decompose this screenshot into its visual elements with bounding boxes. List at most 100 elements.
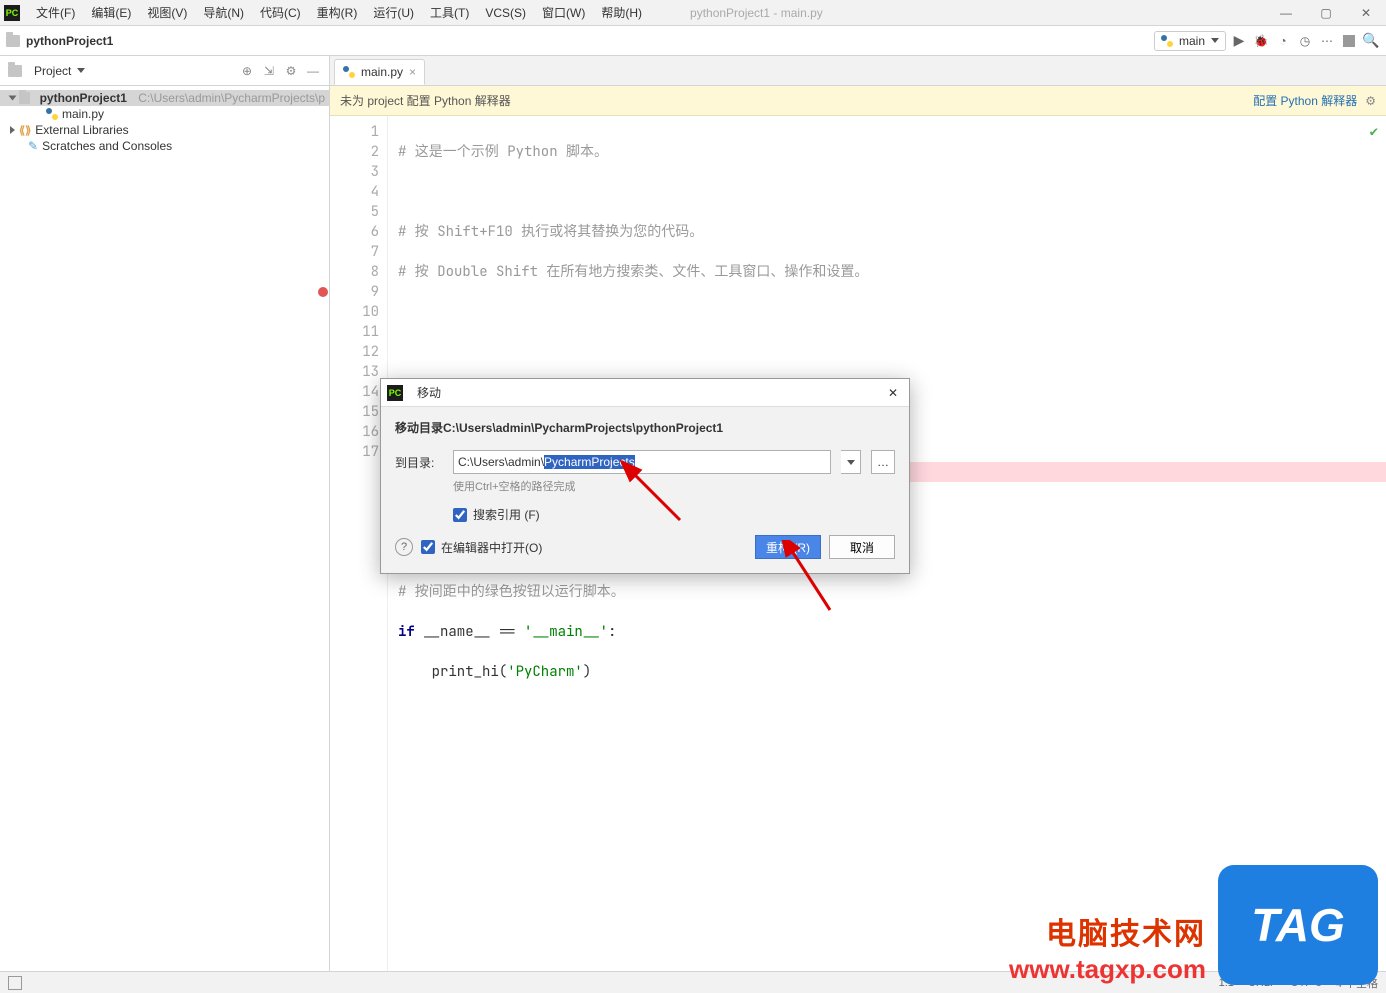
search-references-checkbox[interactable]: 搜索引用 (F): [453, 506, 895, 523]
folder-icon: [6, 35, 20, 47]
editor-tab-main[interactable]: main.py ×: [334, 59, 425, 85]
tree-root[interactable]: pythonProject1 C:\Users\admin\PycharmPro…: [0, 90, 329, 106]
menu-navigate[interactable]: 导航(N): [195, 0, 252, 25]
tree-root-path: C:\Users\admin\PycharmProjects\p: [138, 91, 325, 105]
tool-windows-icon[interactable]: [8, 976, 22, 990]
line-number[interactable]: 8: [330, 262, 379, 282]
banner-text: 未为 project 配置 Python 解释器: [340, 92, 511, 109]
menu-file[interactable]: 文件(F): [28, 0, 83, 25]
tree-file-label: main.py: [62, 107, 104, 121]
library-icon: ⟪⟫: [19, 124, 31, 137]
editor-tabs: main.py ×: [330, 56, 1386, 86]
line-number[interactable]: 13: [330, 362, 379, 382]
open-in-editor-checkbox[interactable]: 在编辑器中打开(O): [421, 539, 542, 556]
tree-scratches[interactable]: ✎ Scratches and Consoles: [0, 138, 329, 154]
code-comment: # 这是一个示例 Python 脚本。: [398, 143, 608, 161]
line-number[interactable]: 10: [330, 302, 379, 322]
menu-bar: PC 文件(F) 编辑(E) 视图(V) 导航(N) 代码(C) 重构(R) 运…: [0, 0, 1386, 26]
run-config-selector[interactable]: main: [1154, 31, 1226, 51]
menu-edit[interactable]: 编辑(E): [83, 0, 139, 25]
line-number[interactable]: 3: [330, 162, 379, 182]
dialog-close-icon[interactable]: ✕: [883, 383, 903, 403]
menu-help[interactable]: 帮助(H): [593, 0, 650, 25]
caret-icon[interactable]: [10, 126, 15, 134]
folder-icon: [8, 65, 22, 77]
run-anything-button[interactable]: ⋯: [1318, 32, 1336, 50]
code-comment: # 按 Double Shift 在所有地方搜索类、文件、工具窗口、操作和设置。: [398, 263, 868, 281]
path-completion-hint: 使用Ctrl+空格的路径完成: [453, 478, 895, 494]
python-file-icon: [46, 108, 58, 120]
to-directory-label: 到目录:: [395, 454, 443, 471]
dialog-heading: 移动目录C:\Users\admin\PycharmProjects\pytho…: [395, 419, 895, 436]
line-number[interactable]: 7: [330, 242, 379, 262]
window-minimize[interactable]: —: [1266, 0, 1306, 26]
caret-icon[interactable]: [9, 96, 17, 101]
line-number[interactable]: 4: [330, 182, 379, 202]
menu-refactor[interactable]: 重构(R): [309, 0, 366, 25]
checkbox-label: 搜索引用 (F): [473, 506, 540, 523]
run-button[interactable]: ▶: [1230, 32, 1248, 50]
dialog-title: 移动: [417, 384, 877, 401]
menu-view[interactable]: 视图(V): [139, 0, 195, 25]
hide-icon[interactable]: —: [305, 63, 321, 79]
dialog-titlebar[interactable]: PC 移动 ✕: [381, 379, 909, 407]
line-number[interactable]: 17: [330, 442, 379, 462]
interpreter-warning-banner: 未为 project 配置 Python 解释器 配置 Python 解释器 ⚙: [330, 86, 1386, 116]
line-number[interactable]: 11: [330, 322, 379, 342]
scratches-icon: ✎: [28, 139, 38, 153]
line-number[interactable]: 1: [330, 122, 379, 142]
line-number[interactable]: 6: [330, 222, 379, 242]
history-dropdown-icon[interactable]: [841, 450, 861, 474]
select-opened-file-icon[interactable]: ⊕: [239, 63, 255, 79]
help-icon[interactable]: ?: [395, 538, 413, 556]
close-tab-icon[interactable]: ×: [409, 65, 416, 79]
line-number[interactable]: 14: [330, 382, 379, 402]
app-icon: PC: [387, 385, 403, 401]
tree-file-main[interactable]: main.py: [0, 106, 329, 122]
menu-tools[interactable]: 工具(T): [422, 0, 477, 25]
to-directory-input[interactable]: C:\Users\admin\PycharmProjects: [453, 450, 831, 474]
browse-button[interactable]: …: [871, 450, 895, 474]
line-number[interactable]: 16: [330, 422, 379, 442]
breadcrumb-project[interactable]: pythonProject1: [26, 34, 113, 48]
chevron-down-icon: [1211, 38, 1219, 43]
project-tool-window: Project ⊕ ⇲ ⚙ — pythonProject1 C:\Users\…: [0, 56, 330, 971]
line-number[interactable]: 12: [330, 342, 379, 362]
checkbox-input[interactable]: [421, 540, 435, 554]
project-title[interactable]: Project: [34, 64, 71, 78]
cancel-button[interactable]: 取消: [829, 535, 895, 559]
line-number[interactable]: 5: [330, 202, 379, 222]
line-number-breakpoint[interactable]: 9: [330, 282, 379, 302]
code-string: 'PyCharm': [507, 663, 583, 681]
app-icon: PC: [4, 5, 20, 21]
window-close[interactable]: ✕: [1346, 0, 1386, 26]
refactor-button[interactable]: 重构 (R): [755, 535, 821, 559]
window-maximize[interactable]: ▢: [1306, 0, 1346, 26]
tree-extlib-label: External Libraries: [35, 123, 128, 137]
project-tree[interactable]: pythonProject1 C:\Users\admin\PycharmPro…: [0, 86, 329, 158]
watermark-text: 电脑技术网: [1046, 909, 1206, 953]
profile-button[interactable]: ◷: [1296, 32, 1314, 50]
chevron-down-icon[interactable]: [77, 68, 85, 73]
checkbox-input[interactable]: [453, 508, 467, 522]
code-comment: # 按间距中的绿色按钮以运行脚本。: [398, 583, 625, 601]
debug-button[interactable]: 🐞: [1252, 32, 1270, 50]
menu-run[interactable]: 运行(U): [365, 0, 422, 25]
tree-external-libraries[interactable]: ⟪⟫ External Libraries: [0, 122, 329, 138]
configure-interpreter-link[interactable]: 配置 Python 解释器: [1253, 92, 1357, 109]
menu-code[interactable]: 代码(C): [252, 0, 309, 25]
expand-all-icon[interactable]: ⇲: [261, 63, 277, 79]
tree-root-label: pythonProject1: [40, 91, 127, 105]
path-selected: PycharmProjects: [544, 455, 635, 469]
line-number[interactable]: 2: [330, 142, 379, 162]
code-text: :: [608, 623, 616, 641]
gear-icon[interactable]: ⚙: [283, 63, 299, 79]
search-everywhere-button[interactable]: 🔍: [1362, 32, 1380, 50]
stop-button[interactable]: [1340, 32, 1358, 50]
project-header: Project ⊕ ⇲ ⚙ —: [0, 56, 329, 86]
menu-window[interactable]: 窗口(W): [534, 0, 593, 25]
coverage-button[interactable]: ◔: [1274, 32, 1292, 50]
gear-icon[interactable]: ⚙: [1365, 94, 1376, 108]
menu-vcs[interactable]: VCS(S): [477, 2, 534, 24]
line-number[interactable]: 15: [330, 402, 379, 422]
